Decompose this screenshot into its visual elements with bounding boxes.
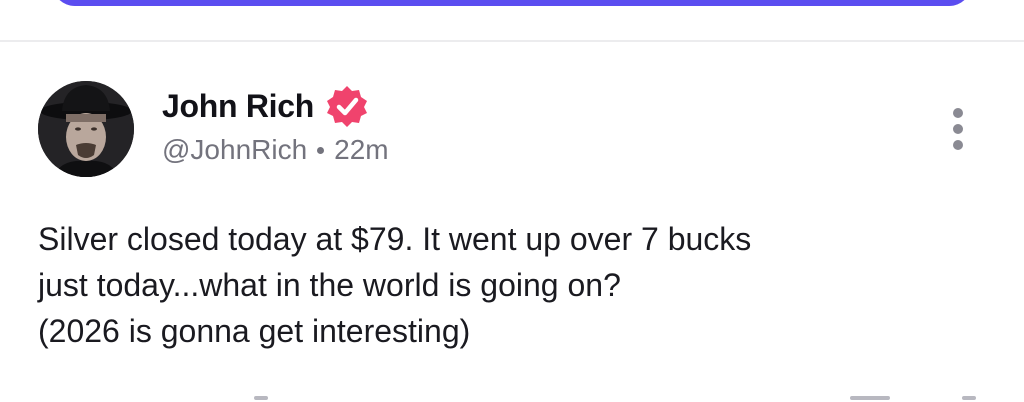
divider [0, 40, 1024, 42]
more-vertical-icon [953, 108, 963, 118]
post-body-line: just today...what in the world is going … [38, 267, 621, 303]
author-meta-row: @JohnRich 22m [162, 134, 389, 166]
post-screen: John Rich @JohnRich 22m Silver closed to… [0, 0, 1024, 402]
more-options-button[interactable] [944, 106, 972, 152]
post-body-line: Silver closed today at $79. It went up o… [38, 221, 752, 257]
avatar-image [38, 81, 134, 177]
author-name-row: John Rich [162, 84, 370, 128]
action-icon-hint[interactable] [254, 396, 268, 400]
primary-action-button[interactable] [52, 0, 972, 6]
action-icon-hint[interactable] [962, 396, 976, 400]
post-body-line: (2026 is gonna get interesting) [38, 313, 471, 349]
action-icon-hint[interactable] [850, 396, 890, 400]
author-display-name[interactable]: John Rich [162, 88, 314, 125]
avatar[interactable] [38, 81, 134, 177]
author-handle[interactable]: @JohnRich [162, 134, 307, 166]
post-body: Silver closed today at $79. It went up o… [38, 216, 988, 354]
separator-dot [317, 146, 325, 154]
verified-badge-icon [326, 86, 367, 127]
post-timestamp[interactable]: 22m [334, 134, 388, 166]
